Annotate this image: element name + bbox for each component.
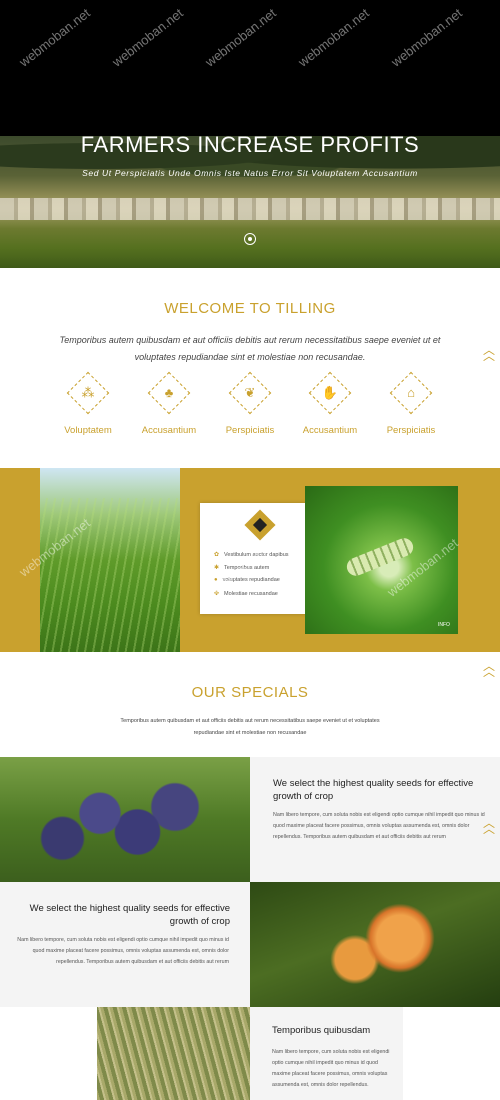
hand-seed-icon: ✋ [321, 385, 339, 400]
wheat-blades [40, 498, 180, 652]
peaches-image [250, 882, 500, 1007]
leaf-icon: ✿ [214, 552, 220, 558]
specials-title: OUR SPECIALS [191, 684, 309, 701]
hero-sheep-flock [0, 198, 500, 220]
info-item-label: voluptates repudiandae [222, 577, 280, 583]
farm-icon: ⌂ [407, 385, 415, 400]
coffee-beans-icon: ⁂ [81, 385, 95, 400]
scroll-up-arrow-icon[interactable]: ︿ ︿ [483, 660, 495, 678]
barley-field-image [97, 1007, 250, 1100]
wheat-field-image [40, 468, 180, 652]
special-row-title: Temporibus quibusdam [272, 1025, 371, 1036]
feature-item[interactable]: ♣ Accusantium [129, 371, 209, 436]
info-item-label: Temporibus autem [224, 565, 270, 571]
feature-label: Accusantium [302, 425, 358, 436]
special-row-text: Temporibus quibusdam Nam libero tempore,… [250, 1007, 403, 1100]
special-row-body: Nam libero tempore, cum soluta nobis est… [17, 937, 229, 965]
hero-subtitle: Sed Ut Perspiciatis Unde Omnis Iste Natu… [82, 168, 418, 178]
slider-dot-button[interactable] [244, 233, 256, 245]
special-row-text: We select the highest quality seeds for … [250, 757, 500, 882]
hero-title: FARMERS INCREASE PROFITS [80, 132, 420, 157]
info-tag[interactable]: INFO [438, 622, 450, 628]
special-row-body: Nam libero tempore, cum soluta nobis est… [272, 1049, 390, 1088]
feature-label: Voluptatem [64, 425, 112, 436]
tree-icon: ♣ [164, 385, 174, 400]
welcome-text: Temporibus autem quibusdam et aut offici… [59, 335, 441, 362]
feature-label: Perspiciatis [386, 425, 436, 436]
grapes-image [0, 757, 250, 882]
info-list-item[interactable]: ✱ Temporibus autem [214, 564, 269, 571]
caterpillar [344, 535, 416, 579]
welcome-title: WELCOME TO TILLING [164, 300, 336, 317]
info-item-label: Molestiae recusandae [224, 591, 278, 597]
special-row-title: We select the highest quality seeds for … [273, 778, 474, 802]
specials-text: Temporibus autem quibusdam et aut offici… [120, 718, 380, 736]
wheat-icon: ❦ [244, 385, 256, 400]
feature-item[interactable]: ❦ Perspiciatis [210, 371, 290, 436]
special-row-title: We select the highest quality seeds for … [29, 903, 230, 927]
feature-item[interactable]: ⌂ Perspiciatis [371, 371, 451, 436]
wheat-logo-icon [244, 509, 276, 541]
scroll-up-arrow-icon[interactable]: ︿ ︿ [483, 344, 495, 362]
feature-item[interactable]: ⁂ Voluptatem [48, 371, 128, 436]
info-card: ✿ Vestibulum auctor dapibus ✱ Temporibus a… [200, 503, 319, 614]
drop-icon: ● [214, 577, 218, 583]
tractor-icon: ✤ [214, 591, 220, 597]
feature-label: Accusantium [141, 425, 197, 436]
scroll-up-arrow-icon[interactable]: ︿ ︿ [483, 817, 495, 835]
caterpillar-leaf-image [305, 486, 458, 634]
info-list-item[interactable]: ✿ Vestibulum auctor dapibus [214, 551, 289, 558]
feature-label: Perspiciatis [225, 425, 275, 436]
info-item-label: Vestibulum auctor dapibus [224, 552, 289, 558]
top-black-band [0, 0, 500, 136]
info-list-item[interactable]: ✤ Molestiae recusandae [214, 590, 278, 597]
info-list-item[interactable]: ● voluptates repudiandae [214, 577, 280, 583]
special-row-body: Nam libero tempore, cum soluta nobis est… [273, 812, 485, 840]
special-row-text: We select the highest quality seeds for … [0, 882, 250, 1007]
seed-icon: ✱ [214, 565, 220, 571]
feature-item[interactable]: ✋ Accusantium [290, 371, 370, 436]
